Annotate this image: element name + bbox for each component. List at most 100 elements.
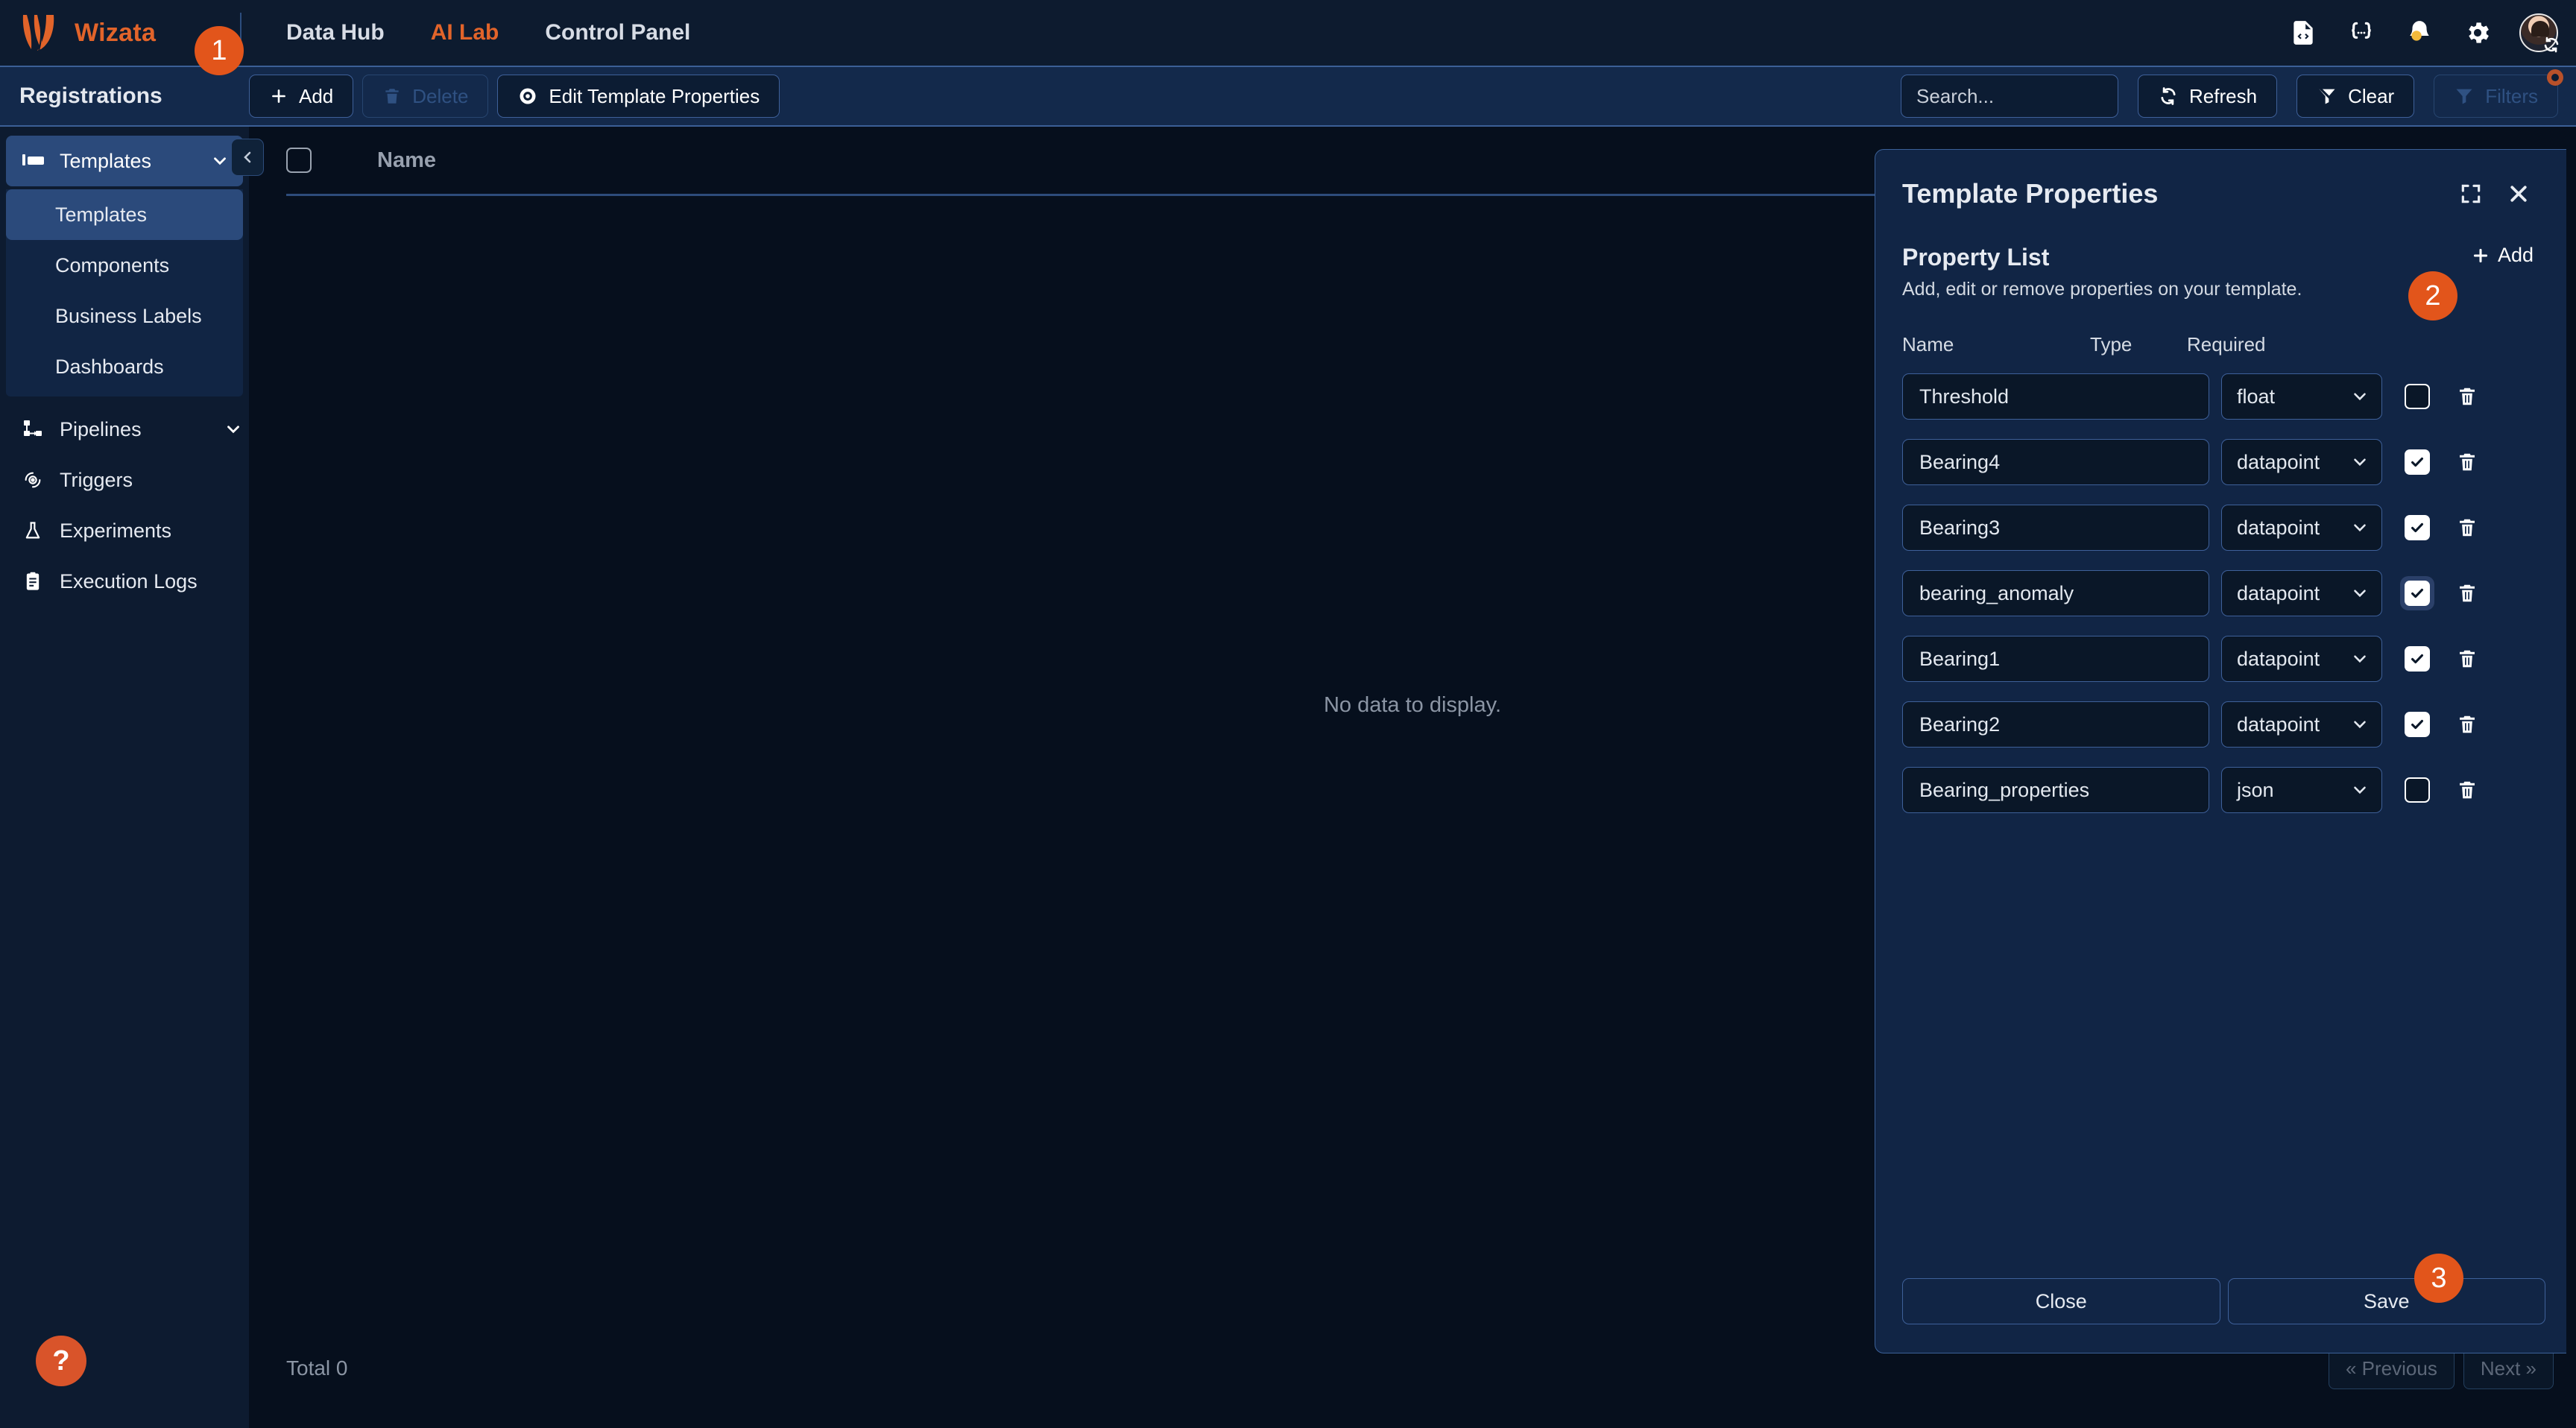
property-name-input[interactable] [1902, 701, 2209, 748]
property-required-checkbox[interactable] [2405, 646, 2430, 672]
avatar[interactable] [2519, 13, 2559, 53]
flask-icon [22, 519, 45, 542]
sidebar-item-templates[interactable]: Templates [6, 189, 243, 240]
property-type-value: json [2237, 778, 2274, 801]
panel-header: Template Properties [1875, 150, 2566, 209]
refresh-button-label: Refresh [2189, 84, 2258, 107]
property-required-checkbox[interactable] [2405, 515, 2430, 540]
sidebar-item-pipelines[interactable]: Pipelines [6, 404, 243, 455]
sidebar-item-triggers[interactable]: Triggers [6, 455, 243, 505]
close-button[interactable]: Close [1902, 1278, 2220, 1324]
select-all-checkbox[interactable] [286, 148, 312, 173]
column-header-name: Name [1902, 333, 1954, 356]
sidebar-item-experiments-label: Experiments [60, 519, 172, 542]
column-header-type: Type [2090, 333, 2133, 356]
property-name-input[interactable] [1902, 439, 2209, 485]
property-type-select[interactable]: datapoint [2221, 636, 2382, 682]
sidebar-item-components[interactable]: Components [6, 240, 243, 291]
top-navigation-bar: Wizata Data Hub AI Lab Control Panel [0, 0, 2576, 66]
sidebar-item-business-labels[interactable]: Business Labels [6, 291, 243, 341]
property-required-checkbox[interactable] [2405, 712, 2430, 737]
delete-property-button[interactable] [2452, 775, 2482, 805]
property-list-title: Property List [1902, 244, 2050, 271]
expand-fullscreen-icon[interactable] [2456, 179, 2486, 209]
property-required-checkbox[interactable] [2405, 777, 2430, 803]
property-type-value: datapoint [2237, 713, 2320, 736]
property-type-value: datapoint [2237, 516, 2320, 539]
sidebar-item-experiments[interactable]: Experiments [6, 505, 243, 556]
delete-property-button[interactable] [2452, 382, 2482, 411]
sidebar-item-execution-logs[interactable]: Execution Logs [6, 556, 243, 607]
add-property-button[interactable]: Add [2471, 244, 2534, 267]
notification-bell-icon[interactable] [2403, 16, 2436, 49]
edit-template-properties-button[interactable]: Edit Template Properties [497, 75, 780, 118]
property-name-input[interactable] [1902, 505, 2209, 551]
save-button[interactable]: Save [2227, 1278, 2545, 1324]
delete-property-button[interactable] [2452, 447, 2482, 477]
gear-icon[interactable] [2461, 16, 2494, 49]
delete-property-button[interactable] [2452, 578, 2482, 608]
property-name-input[interactable] [1902, 636, 2209, 682]
nav-link-data-hub[interactable]: Data Hub [286, 20, 385, 45]
sidebar-group-templates[interactable]: Templates [6, 136, 264, 186]
panel-title: Template Properties [1902, 178, 2159, 209]
file-code-icon[interactable] [2287, 16, 2320, 49]
close-icon[interactable] [2504, 179, 2534, 209]
add-button[interactable]: Add [249, 75, 354, 118]
brand[interactable]: Wizata [0, 12, 224, 54]
delete-property-button[interactable] [2452, 644, 2482, 674]
property-type-select[interactable]: datapoint [2221, 701, 2382, 748]
sidebar-item-dashboards[interactable]: Dashboards [6, 341, 243, 392]
property-required-cell [2394, 449, 2440, 475]
search-input[interactable] [1901, 75, 2119, 118]
add-property-label: Add [2497, 244, 2534, 266]
property-type-select[interactable]: float [2221, 373, 2382, 420]
plus-icon [272, 89, 285, 103]
property-rows: float datapoint datapoint datapoint datapoin… [1875, 356, 2566, 823]
property-row: json [1902, 757, 2566, 823]
sidebar-item-pipelines-label: Pipelines [60, 417, 142, 440]
nav-links: Data Hub AI Lab Control Panel [286, 20, 690, 45]
property-required-cell [2394, 576, 2440, 610]
help-button[interactable]: ? [36, 1336, 86, 1386]
property-type-select[interactable]: datapoint [2221, 570, 2382, 616]
property-column-headers: Name Type Required [1875, 300, 2566, 356]
delete-property-button[interactable] [2452, 513, 2482, 543]
property-required-checkbox[interactable] [2405, 449, 2430, 475]
clear-button-label: Clear [2348, 84, 2395, 107]
property-name-input[interactable] [1902, 767, 2209, 813]
nav-link-ai-lab[interactable]: AI Lab [431, 20, 499, 45]
delete-property-button[interactable] [2452, 710, 2482, 739]
total-count: Total 0 [286, 1356, 348, 1380]
property-required-checkbox[interactable] [2405, 581, 2430, 606]
chevron-down-icon [2354, 458, 2366, 467]
nav-link-control-panel[interactable]: Control Panel [545, 20, 690, 45]
template-icon [22, 150, 45, 172]
property-type-select[interactable]: json [2221, 767, 2382, 813]
sidebar-item-triggers-label: Triggers [60, 468, 133, 491]
chevron-left-icon [244, 151, 251, 163]
property-name-input[interactable] [1902, 570, 2209, 616]
property-type-select[interactable]: datapoint [2221, 505, 2382, 551]
sidebar-item-execution-logs-label: Execution Logs [60, 569, 198, 593]
property-type-select[interactable]: datapoint [2221, 439, 2382, 485]
property-type-value: datapoint [2237, 581, 2320, 604]
previous-page-button[interactable]: « Previous [2329, 1348, 2455, 1389]
property-row: datapoint [1902, 626, 2566, 692]
clipboard-logs-icon [22, 570, 45, 593]
property-type-value: float [2237, 385, 2276, 408]
clear-button[interactable]: Clear [2296, 75, 2415, 118]
nav-actions [2287, 0, 2559, 66]
add-button-label: Add [299, 84, 334, 107]
next-page-button[interactable]: Next » [2463, 1348, 2554, 1389]
sidebar-collapse-button[interactable] [231, 139, 264, 176]
trash-icon [385, 89, 399, 104]
json-braces-icon[interactable] [2345, 16, 2378, 49]
property-required-cell [2394, 712, 2440, 737]
table-footer: Total 0 « Previous Next » [249, 1348, 2576, 1389]
property-name-input[interactable] [1902, 373, 2209, 420]
property-required-checkbox[interactable] [2405, 384, 2430, 409]
toolbar-left-actions: Add Delete Edit Template Properties [249, 75, 780, 118]
table-column-name: Name [377, 148, 436, 172]
refresh-button[interactable]: Refresh [2138, 75, 2278, 118]
